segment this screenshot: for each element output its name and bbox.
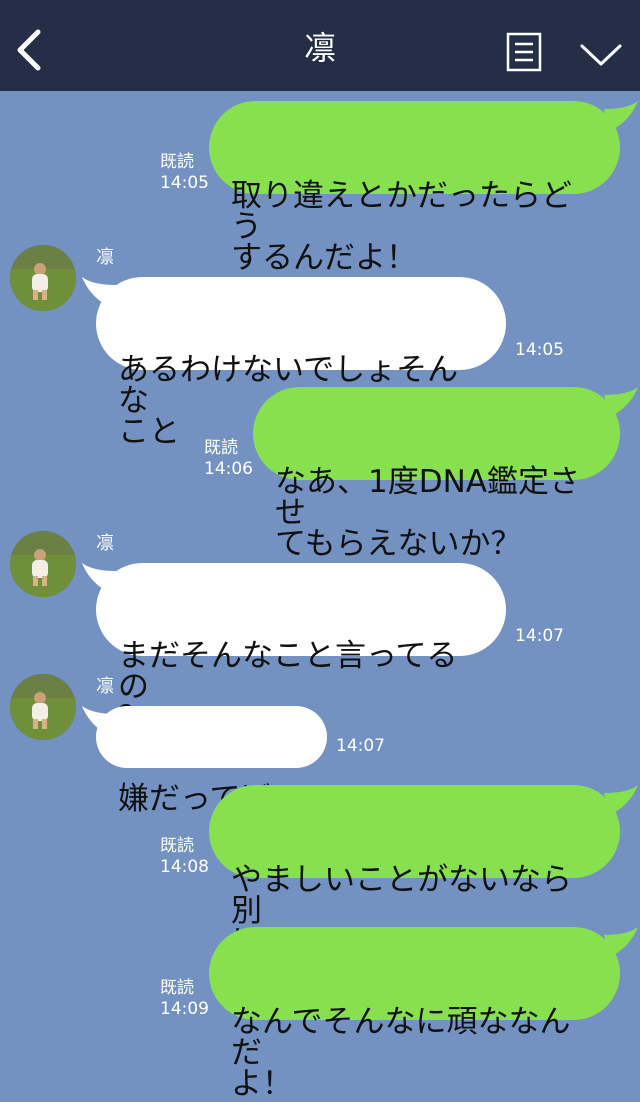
read-receipt: 既読 (204, 438, 238, 458)
message-time: 14:09 (160, 999, 209, 1019)
avatar[interactable] (10, 531, 76, 597)
bubble-tail (82, 563, 116, 593)
bubble-tail (604, 785, 638, 815)
message-text: なんでそんなに頑ななんだ よ！ (231, 1004, 571, 1102)
bubble-tail (604, 927, 638, 957)
message-received: 凛 嫌だってば！ 14:07 (0, 670, 640, 815)
message-time: 14:07 (515, 626, 564, 646)
message-received: 凛 あるわけないでしょそんな こと 14:05 (0, 241, 640, 448)
bubble-tail (604, 387, 638, 417)
message-received: 凛 まだそんなこと言ってるの ？ 14:07 (0, 527, 640, 734)
message-bubble[interactable]: なんでそんなに頑ななんだ よ！ (209, 927, 638, 1100)
message-bubble[interactable]: あるわけないでしょそんな こと (82, 277, 506, 448)
message-bubble[interactable]: なあ、1度DNA鑑定させ てもらえないか？ (253, 387, 638, 560)
bubble-tail (82, 706, 116, 736)
dropdown-button[interactable] (578, 36, 624, 70)
message-time: 14:08 (160, 857, 209, 877)
message-bubble[interactable]: まだそんなこと言ってるの ？ (82, 563, 506, 734)
message-sent: 既読 14:08 やましいことがないなら別 にいいだろ！ (0, 785, 640, 958)
chat-header: 凛 (0, 0, 640, 91)
menu-button[interactable] (506, 32, 542, 72)
child-photo-avatar (10, 531, 76, 597)
chat-area: 既読 14:05 取り違えとかだったらどう するんだよ！ 凛 あるわけないでしょ… (0, 91, 640, 1100)
bubble-tail (82, 277, 116, 307)
child-photo-avatar (10, 245, 76, 311)
read-receipt: 既読 (160, 978, 194, 998)
child-photo-avatar (10, 674, 76, 740)
message-time: 14:05 (515, 340, 564, 360)
sender-name: 凛 (96, 247, 114, 268)
message-time: 14:06 (204, 459, 253, 479)
message-bubble[interactable]: やましいことがないなら別 にいいだろ！ (209, 785, 638, 958)
message-sent: 既読 14:09 なんでそんなに頑ななんだ よ！ (0, 927, 640, 1100)
chat-title: 凛 (303, 29, 336, 67)
message-bubble[interactable]: 嫌だってば！ (82, 706, 327, 815)
avatar[interactable] (10, 674, 76, 740)
chevron-down-icon (580, 44, 622, 66)
avatar[interactable] (10, 245, 76, 311)
message-time: 14:07 (336, 736, 385, 756)
document-menu-icon (506, 32, 542, 72)
read-receipt: 既読 (160, 152, 194, 172)
message-bubble[interactable]: 取り違えとかだったらどう するんだよ！ (209, 101, 638, 274)
message-time: 14:05 (160, 173, 209, 193)
message-sent: 既読 14:05 取り違えとかだったらどう するんだよ！ (0, 101, 640, 274)
read-receipt: 既読 (160, 836, 194, 856)
message-sent: 既読 14:06 なあ、1度DNA鑑定させ てもらえないか？ (0, 387, 640, 560)
bubble-tail (604, 101, 638, 131)
sender-name: 凛 (96, 676, 114, 697)
sender-name: 凛 (96, 533, 114, 554)
